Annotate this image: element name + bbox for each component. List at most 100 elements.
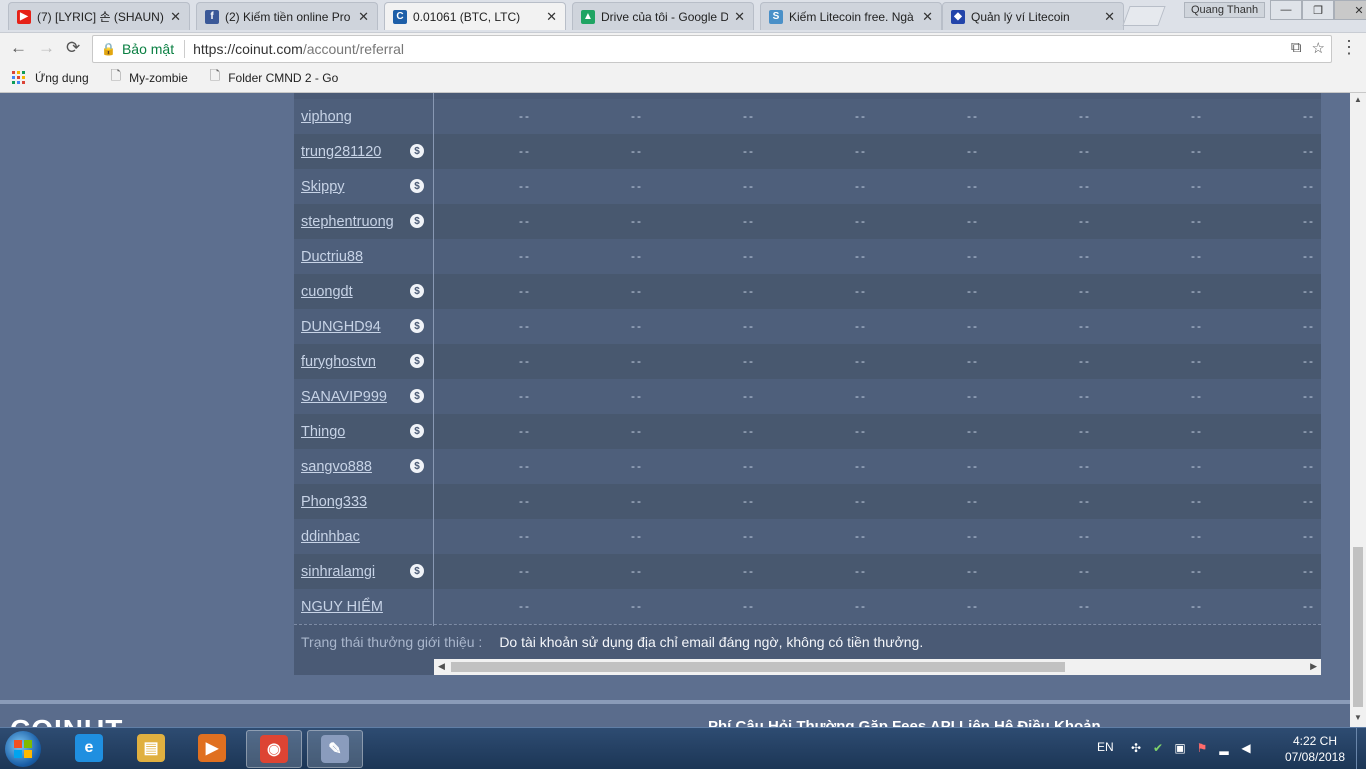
username-link[interactable]: Phong333 bbox=[301, 494, 367, 510]
taskbar-app[interactable]: ▶ bbox=[185, 730, 239, 766]
dollar-coin-icon: $ bbox=[410, 564, 424, 578]
scrollbar-thumb[interactable] bbox=[451, 662, 1065, 672]
username-link[interactable]: trung281120 bbox=[301, 144, 381, 160]
empty-cell: -- bbox=[743, 179, 755, 193]
security-icon[interactable]: ✔ bbox=[1150, 740, 1166, 756]
empty-cell: -- bbox=[519, 284, 531, 298]
status-label: Trạng thái thưởng giới thiệu : bbox=[301, 634, 483, 650]
profile-button[interactable]: Quang Thanh bbox=[1184, 2, 1266, 18]
empty-cell: -- bbox=[1303, 424, 1315, 438]
empty-cell: -- bbox=[743, 319, 755, 333]
dollar-coin-icon: $ bbox=[410, 424, 424, 438]
close-tab-icon[interactable]: ✕ bbox=[922, 9, 933, 25]
taskbar-app[interactable]: ✎ bbox=[307, 730, 363, 768]
username-cell: DUNGHD94 $ bbox=[294, 309, 433, 344]
browser-tab[interactable]: f (2) Kiếm tiền online Pro ✕ bbox=[196, 2, 378, 30]
username-link[interactable]: NGUY HIỂM bbox=[301, 599, 383, 615]
empty-cell: -- bbox=[1191, 529, 1203, 543]
username-link[interactable]: cuongdt bbox=[301, 284, 353, 300]
bookmark-item[interactable]: 🗋 Folder CMND 2 - Go bbox=[210, 67, 338, 89]
empty-cell: -- bbox=[1079, 389, 1091, 403]
empty-cell: -- bbox=[1079, 319, 1091, 333]
empty-cell: -- bbox=[1079, 249, 1091, 263]
browser-tab[interactable]: S Kiếm Litecoin free. Ngà ✕ bbox=[760, 2, 942, 30]
window-close-button[interactable]: ✕ bbox=[1334, 0, 1366, 20]
volume-icon[interactable]: ◀ bbox=[1238, 740, 1254, 756]
browser-tab[interactable]: ◆ Quản lý ví Litecoin ✕ bbox=[942, 2, 1124, 30]
translate-icon[interactable]: ⧉ bbox=[1291, 39, 1302, 57]
browser-toolbar: ← → ⟳ 🔒 Bảo mật https://coinut.com/accou… bbox=[0, 33, 1366, 63]
username-link[interactable]: sangvo888 bbox=[301, 459, 372, 475]
empty-cell: -- bbox=[631, 599, 643, 613]
username-link[interactable]: Thingo bbox=[301, 424, 345, 440]
show-desktop-button[interactable] bbox=[1356, 728, 1366, 769]
username-link[interactable]: stephentruong bbox=[301, 214, 394, 230]
minimize-button[interactable]: — bbox=[1270, 0, 1302, 20]
empty-cell: -- bbox=[743, 424, 755, 438]
column-divider bbox=[433, 93, 434, 626]
close-tab-icon[interactable]: ✕ bbox=[358, 9, 369, 25]
forward-arrow-icon[interactable]: → bbox=[38, 38, 55, 58]
horizontal-scrollbar[interactable]: ◀ ▶ bbox=[434, 659, 1321, 675]
username-link[interactable]: sinhralamgi bbox=[301, 564, 375, 580]
taskbar-app[interactable]: e bbox=[62, 730, 116, 766]
footer-links[interactable]: Phí Câu Hỏi Thường Gặp Fees API Liên Hệ … bbox=[708, 718, 1101, 727]
scroll-up-icon[interactable]: ▲ bbox=[1354, 95, 1362, 104]
browser-tab[interactable]: ▶ (7) [LYRIC] 손 (SHAUN) - ✕ bbox=[8, 2, 190, 30]
close-tab-icon[interactable]: ✕ bbox=[734, 9, 745, 25]
new-tab-button[interactable] bbox=[1122, 6, 1166, 26]
reload-icon[interactable]: ⟳ bbox=[66, 38, 80, 58]
bookmark-item[interactable]: Ứng dụng bbox=[12, 71, 89, 85]
table-row: ddinhbac -- -- -- -- -- -- -- -- bbox=[294, 519, 1321, 554]
username-link[interactable]: Skippy bbox=[301, 179, 345, 195]
close-tab-icon[interactable]: ✕ bbox=[1104, 9, 1115, 25]
scroll-down-icon[interactable]: ▼ bbox=[1354, 713, 1362, 722]
app-tray-icon[interactable]: ▣ bbox=[1172, 740, 1188, 756]
back-arrow-icon[interactable]: ← bbox=[10, 38, 27, 58]
bookmark-star-icon[interactable]: ☆ bbox=[1312, 39, 1325, 57]
username-link[interactable]: viphong bbox=[301, 109, 352, 125]
system-clock[interactable]: 4:22 CH 07/08/2018 bbox=[1280, 733, 1350, 765]
username-link[interactable]: SANAVIP999 bbox=[301, 389, 387, 405]
signal-icon[interactable]: ▂ bbox=[1216, 740, 1232, 756]
username-link[interactable]: furyghostvn bbox=[301, 354, 376, 370]
empty-cell: -- bbox=[1303, 109, 1315, 123]
empty-cell: -- bbox=[631, 389, 643, 403]
address-bar[interactable]: 🔒 Bảo mật https://coinut.com/account/ref… bbox=[92, 35, 1332, 63]
browser-tab[interactable]: C 0.01061 (BTC, LTC) ✕ bbox=[384, 2, 566, 30]
close-tab-icon[interactable]: ✕ bbox=[546, 9, 557, 25]
empty-cell: -- bbox=[1191, 494, 1203, 508]
username-link[interactable]: Ductriu88 bbox=[301, 249, 363, 265]
taskbar-app[interactable]: ▤ bbox=[124, 730, 178, 766]
empty-cell: -- bbox=[519, 564, 531, 578]
taskbar-app[interactable]: ◉ bbox=[246, 730, 302, 768]
browser-tab-strip: ▶ (7) [LYRIC] 손 (SHAUN) - ✕ f (2) Kiếm tiền … bbox=[0, 0, 1366, 33]
network-tool-icon[interactable]: ✣ bbox=[1128, 740, 1144, 756]
empty-cell: -- bbox=[631, 109, 643, 123]
divider bbox=[184, 40, 186, 58]
scroll-right-icon[interactable]: ▶ bbox=[1310, 661, 1317, 672]
username-link[interactable]: ddinhbac bbox=[301, 529, 360, 545]
username-cell: Phong333 bbox=[294, 484, 433, 519]
browser-tab[interactable]: ▲ Drive của tôi - Google D ✕ bbox=[572, 2, 754, 30]
close-tab-icon[interactable]: ✕ bbox=[170, 9, 181, 25]
empty-cell: -- bbox=[519, 354, 531, 368]
scroll-left-icon[interactable]: ◀ bbox=[438, 661, 445, 672]
empty-cell: -- bbox=[1303, 284, 1315, 298]
maximize-button[interactable]: ❐ bbox=[1302, 0, 1334, 20]
divider bbox=[294, 624, 1321, 625]
coinut-logo[interactable]: COINUT bbox=[10, 714, 123, 727]
windows-logo-icon bbox=[14, 740, 32, 758]
bookmark-item[interactable]: 🗋 My-zombie bbox=[111, 67, 188, 89]
vertical-scrollbar[interactable]: ▲ ▼ bbox=[1350, 93, 1366, 727]
empty-cell: -- bbox=[743, 109, 755, 123]
scrollbar-thumb[interactable] bbox=[1353, 547, 1363, 707]
username-link[interactable]: DUNGHD94 bbox=[301, 319, 381, 335]
empty-cell: -- bbox=[743, 354, 755, 368]
language-indicator[interactable]: EN bbox=[1097, 740, 1114, 754]
start-button[interactable] bbox=[5, 731, 41, 767]
flag-icon[interactable]: ⚑ bbox=[1194, 740, 1210, 756]
empty-cell: -- bbox=[1079, 564, 1091, 578]
browser-menu-icon[interactable]: ⋮ bbox=[1340, 37, 1358, 58]
system-tray: ✣ ✔ ▣ ⚑ ▂ ◀ bbox=[1128, 740, 1254, 756]
